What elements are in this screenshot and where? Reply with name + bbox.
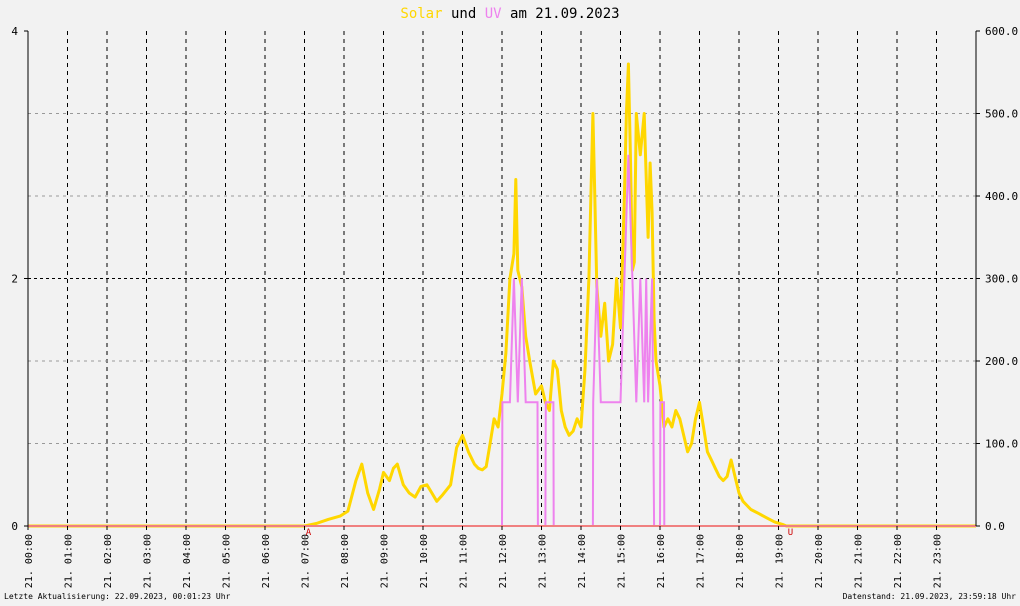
x-tick-label: 21. 17:00 <box>696 534 707 588</box>
right-tick-label: 600.0 <box>985 25 1018 38</box>
chart-area: Solar und UV am 21.09.2023 0 2 4 0.0 100.0 20… <box>0 0 1020 606</box>
title-solar: Solar <box>400 6 442 22</box>
x-tick-label: 21. 05:00 <box>222 534 233 588</box>
last-update-text: Letzte Aktualisierung: 22.09.2023, 00:01… <box>4 592 231 601</box>
right-tick-label: 200.0 <box>985 355 1018 368</box>
x-tick-label: 21. 03:00 <box>143 534 154 588</box>
left-tick-label: 4 <box>11 25 18 38</box>
title-und: und <box>451 6 476 22</box>
title-date: am 21.09.2023 <box>510 6 620 22</box>
x-tick-label: 21. 08:00 <box>340 534 351 588</box>
right-tick-label: 100.0 <box>985 438 1018 451</box>
left-tick-label: 2 <box>11 273 18 286</box>
x-tick-label: 21. 01:00 <box>64 534 75 588</box>
right-tick-label: 400.0 <box>985 190 1018 203</box>
title-uv: UV <box>485 6 502 22</box>
x-tick-label: 21. 10:00 <box>419 534 430 588</box>
x-tick-label: 21. 04:00 <box>182 534 193 588</box>
x-tick-label: 21. 02:00 <box>103 534 114 588</box>
chart-title: Solar und UV am 21.09.2023 <box>400 6 619 22</box>
x-tick-label: 21. 00:00 <box>24 534 35 588</box>
x-tick-label: 21. 21:00 <box>854 534 865 588</box>
x-tick-label: 21. 12:00 <box>498 534 509 588</box>
chart-svg: Solar und UV am 21.09.2023 0 2 4 0.0 100.0 20… <box>11 6 1018 588</box>
left-tick-label: 0 <box>11 520 18 533</box>
x-tick-label: 21. 13:00 <box>538 534 549 588</box>
x-tick-label: 21. 09:00 <box>380 534 391 588</box>
x-tick-label: 21. 20:00 <box>814 534 825 588</box>
data-status-text: Datenstand: 21.09.2023, 23:59:18 Uhr <box>842 592 1016 601</box>
x-tick-label: 21. 11:00 <box>459 534 470 588</box>
right-tick-label: 500.0 <box>985 108 1018 121</box>
marker-label: A <box>306 528 312 538</box>
x-tick-label: 21. 06:00 <box>261 534 272 588</box>
right-tick-label: 0.0 <box>985 520 1005 533</box>
x-tick-label: 21. 23:00 <box>933 534 944 588</box>
x-tick-label: 21. 14:00 <box>577 534 588 588</box>
right-tick-label: 300.0 <box>985 273 1018 286</box>
x-tick-label: 21. 16:00 <box>656 534 667 588</box>
x-tick-label: 21. 07:00 <box>301 534 312 588</box>
marker-label: U <box>788 528 793 538</box>
x-tick-label: 21. 22:00 <box>893 534 904 588</box>
x-tick-label: 21. 15:00 <box>617 534 628 588</box>
x-tick-label: 21. 18:00 <box>735 534 746 588</box>
x-tick-label: 21. 19:00 <box>775 534 786 588</box>
